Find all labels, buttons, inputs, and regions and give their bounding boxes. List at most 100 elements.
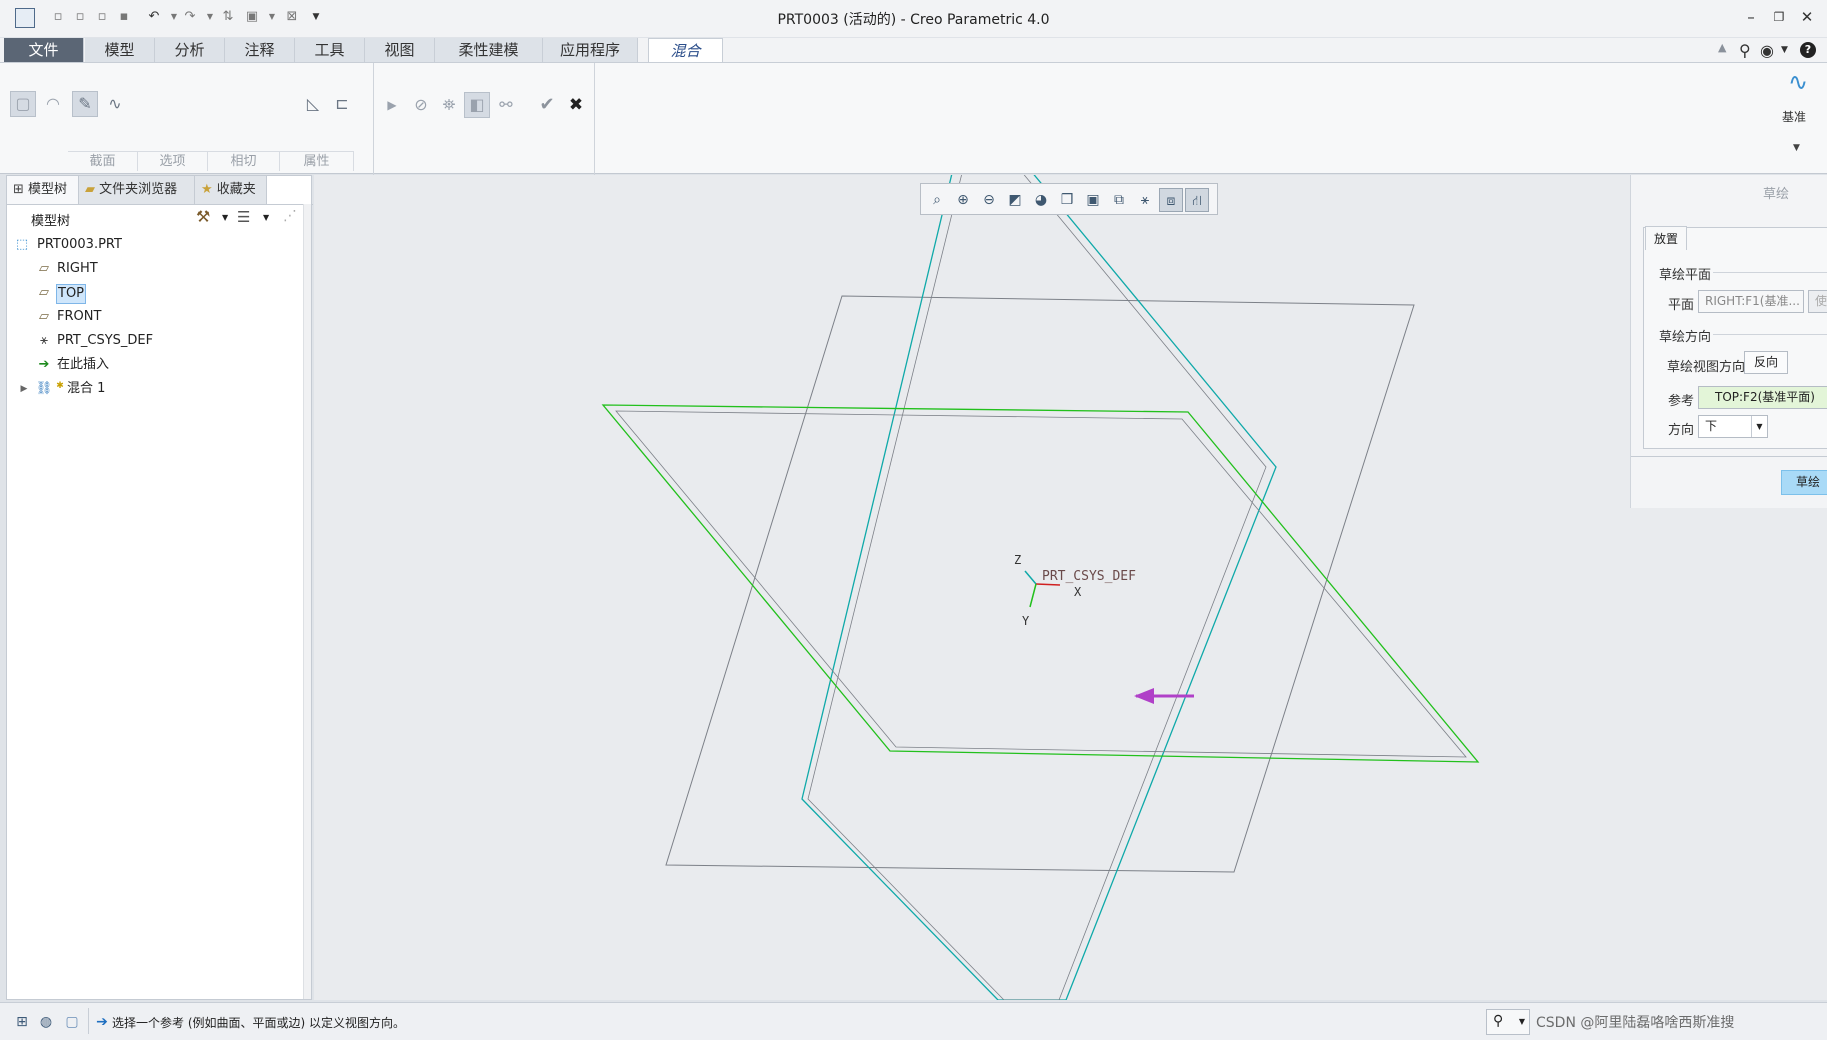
tree-item-right[interactable]: ▱ RIGHT xyxy=(7,258,307,280)
datum-display-filters-icon[interactable]: ⚹ xyxy=(1133,188,1157,212)
minimize-icon[interactable]: – xyxy=(1741,8,1761,26)
verify-icon[interactable]: ⚯ xyxy=(493,92,519,118)
expand-icon[interactable]: ▶ xyxy=(15,378,33,400)
tree-item-label: PRT_CSYS_DEF xyxy=(57,333,154,348)
tab-analysis[interactable]: 分析 xyxy=(155,38,225,62)
thicken-icon[interactable]: ⊏ xyxy=(329,91,355,117)
zoom-in-icon[interactable]: ⊕ xyxy=(951,188,975,212)
direction-dropdown-icon[interactable]: ▼ xyxy=(1751,416,1767,437)
status-message: 选择一个参考 (例如曲面、平面或边) 以定义视图方向。 xyxy=(112,1016,405,1030)
find-dropdown-icon[interactable]: ▼ xyxy=(1519,1017,1525,1026)
ok-check-icon[interactable]: ✔ xyxy=(534,92,560,118)
display-style-icon[interactable]: ◕ xyxy=(1029,188,1053,212)
no-preview-icon[interactable]: ⊘ xyxy=(408,92,434,118)
status-separator xyxy=(88,1008,89,1034)
show-browser-icon[interactable]: ◍ xyxy=(36,1012,56,1032)
tab-model[interactable]: 模型 xyxy=(85,38,155,62)
tab-model-tree-label: 模型树 xyxy=(28,182,68,197)
flip-button[interactable]: 反向 xyxy=(1744,351,1788,374)
tab-folder-browser[interactable]: ▰ 文件夹浏览器 xyxy=(79,176,195,204)
attached-preview-icon[interactable]: ⛯ xyxy=(436,92,462,118)
repaint-icon[interactable]: ◩ xyxy=(1003,188,1027,212)
csys-y-axis xyxy=(1029,583,1037,608)
group-sections[interactable]: 截面 xyxy=(68,151,138,171)
tree-settings-icon[interactable]: ⚒ xyxy=(196,207,210,226)
sketch-direction-arrowhead[interactable] xyxy=(1134,688,1154,704)
tab-model-tree[interactable]: ⊞ 模型树 xyxy=(7,176,79,204)
csys-x-axis xyxy=(1035,583,1061,586)
ribbon-separator xyxy=(373,63,374,175)
tab-annotate[interactable]: 注释 xyxy=(225,38,295,62)
feature-preview-icon[interactable]: ◧ xyxy=(464,92,490,118)
tree-item-insert-here[interactable]: ➔ 在此插入 xyxy=(7,354,307,376)
surface-icon[interactable]: ◠ xyxy=(40,91,66,117)
plane-field[interactable]: RIGHT:F1(基准... xyxy=(1698,290,1804,313)
close-icon[interactable]: ✕ xyxy=(1797,8,1817,26)
saved-orientations-icon[interactable]: ❒ xyxy=(1055,188,1079,212)
datum-icon[interactable]: ∿ xyxy=(1783,69,1813,99)
tree-filter-icon[interactable]: ⋰ xyxy=(283,208,297,224)
tree-settings-dropdown-icon[interactable]: ▼ xyxy=(222,213,228,222)
pause-icon[interactable]: ▶ xyxy=(379,92,405,118)
section-divider xyxy=(1713,272,1827,273)
tree-item-root[interactable]: ⬚ PRT0003.PRT xyxy=(7,234,307,256)
find-button[interactable]: ⚲ ▼ xyxy=(1486,1009,1530,1035)
graphics-window[interactable]: Z X Y PRT_CSYS_DEF xyxy=(314,175,1827,1000)
sketch-button[interactable]: 草绘 xyxy=(1781,470,1827,495)
tab-blend[interactable]: 混合 xyxy=(648,38,723,63)
reference-label: 参考 xyxy=(1668,394,1695,409)
datum-plane-icon: ▱ xyxy=(39,261,49,276)
help-icon[interactable]: ? xyxy=(1800,42,1816,58)
remove-material-icon[interactable]: ◺ xyxy=(300,91,326,117)
tab-view[interactable]: 视图 xyxy=(365,38,435,62)
use-previous-button[interactable]: 使 xyxy=(1808,290,1827,313)
annotation-display-icon[interactable]: ⧈ xyxy=(1159,188,1183,212)
group-options[interactable]: 选项 xyxy=(138,151,208,171)
cancel-icon[interactable]: ✖ xyxy=(563,92,589,118)
spin-center-icon[interactable]: ⛙ xyxy=(1185,188,1209,212)
spline-icon[interactable]: ∿ xyxy=(102,91,128,117)
show-icon[interactable]: ☰ xyxy=(237,208,250,226)
collapse-ribbon-icon[interactable]: ▲ xyxy=(1718,41,1726,54)
tab-tools[interactable]: 工具 xyxy=(295,38,365,62)
tree-item-csys[interactable]: ⚹ PRT_CSYS_DEF xyxy=(7,330,307,352)
window-title: PRT0003 (活动的) - Creo Parametric 4.0 xyxy=(777,12,1050,28)
tab-placement[interactable]: 放置 xyxy=(1645,226,1687,250)
tree-scrollbar[interactable] xyxy=(303,204,311,999)
tree-item-front[interactable]: ▱ FRONT xyxy=(7,306,307,328)
search-icon[interactable]: ⚲ xyxy=(1739,41,1751,60)
view-toolbar: ⌕ ⊕ ⊖ ◩ ◕ ❒ ▣ ⧉ ⚹ ⧈ ⛙ xyxy=(920,183,1218,215)
datum-dropdown-icon[interactable]: ▼ xyxy=(1793,143,1800,153)
show-navigator-icon[interactable]: ⊞ xyxy=(12,1012,32,1032)
maximize-icon[interactable]: ❐ xyxy=(1769,8,1789,26)
tree-item-label: FRONT xyxy=(57,309,102,324)
view-manager-icon[interactable]: ▣ xyxy=(1081,188,1105,212)
refit-icon[interactable]: ⌕ xyxy=(925,188,949,212)
show-dropdown-icon[interactable]: ▼ xyxy=(263,213,269,222)
solid-icon[interactable]: ▢ xyxy=(10,91,36,117)
tab-file[interactable]: 文件 xyxy=(4,38,84,62)
tab-flexible-modeling[interactable]: 柔性建模 xyxy=(435,38,543,62)
direction-select[interactable]: 下 ▼ xyxy=(1698,415,1768,438)
tab-favorites[interactable]: ★ 收藏夹 xyxy=(195,176,267,204)
perspective-view-icon[interactable]: ⧉ xyxy=(1107,188,1131,212)
tab-applications[interactable]: 应用程序 xyxy=(543,38,638,62)
panel-divider xyxy=(7,204,313,205)
insert-arrow-icon: ➔ xyxy=(38,357,50,372)
zoom-out-icon[interactable]: ⊖ xyxy=(977,188,1001,212)
group-properties[interactable]: 属性 xyxy=(280,151,354,171)
datum-label[interactable]: 基准 xyxy=(1782,108,1806,125)
community-dropdown-icon[interactable]: ▼ xyxy=(1781,45,1788,55)
watermark: CSDN @阿里陆磊咯啥西斯准搜 xyxy=(1536,1015,1735,1031)
reference-field[interactable]: TOP:F2(基准平面) xyxy=(1698,386,1827,409)
tree-item-top[interactable]: ▱ TOP xyxy=(7,282,307,304)
community-icon[interactable]: ◉ xyxy=(1760,41,1774,60)
sketch-section-icon[interactable]: ✎ xyxy=(72,91,98,117)
tree-item-blend[interactable]: ▶ ⛓ ✱ 混合 1 xyxy=(7,378,307,400)
sketch-dialog: 草绘 放置 草绘平面 平面 RIGHT:F1(基准... 使 草绘方向 草绘视图… xyxy=(1630,175,1827,508)
full-screen-icon[interactable]: ▢ xyxy=(62,1012,82,1032)
section-divider xyxy=(1713,334,1827,335)
folder-icon: ▰ xyxy=(85,182,95,197)
title-bar: ▫ ▫ ▫ ▪ ↶ ▼ ↷ ▼ ⇅ ▣ ▼ ⊠ ▼ PRT0003 (活动的) … xyxy=(0,0,1827,38)
group-tangency[interactable]: 相切 xyxy=(208,151,280,171)
